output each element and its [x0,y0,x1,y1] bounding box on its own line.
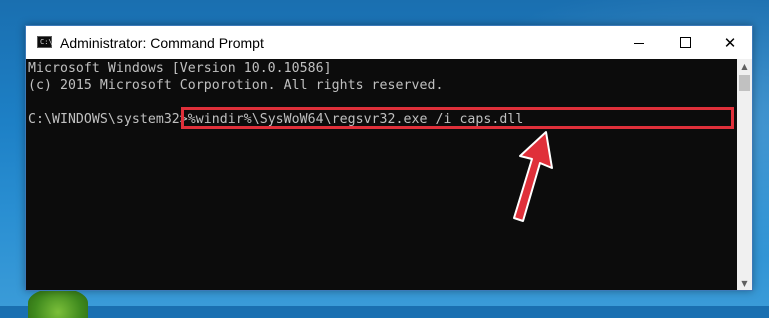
command-prompt-window: C:\ Administrator: Command Prompt ✕ Micr… [25,25,753,291]
title-bar[interactable]: C:\ Administrator: Command Prompt ✕ [26,26,752,59]
console-prompt: C:\WINDOWS\system32> [28,112,188,127]
cmd-icon-text: C:\ [40,38,53,46]
desktop-plant-decoration [28,288,88,318]
cmd-icon[interactable]: C:\ [37,36,53,48]
scroll-up-icon[interactable]: ▲ [737,59,752,73]
minimize-icon [634,42,644,44]
scroll-thumb[interactable] [739,75,750,91]
maximize-button[interactable] [662,26,708,59]
close-button[interactable]: ✕ [707,26,753,59]
command-highlight-box [181,107,734,129]
console-output-area[interactable]: Microsoft Windows [Version 10.0.10586] (… [26,59,737,290]
scroll-down-icon[interactable]: ▼ [737,276,752,290]
minimize-button[interactable] [616,26,662,59]
close-icon: ✕ [723,33,737,52]
vertical-scrollbar[interactable]: ▲ ▼ [737,59,752,290]
maximize-icon [679,37,691,48]
window-title: Administrator: Command Prompt [60,35,264,51]
console-line-copyright: (c) 2015 Microsoft Corporotion. All righ… [28,78,444,93]
console-line-version: Microsoft Windows [Version 10.0.10586] [28,61,332,76]
